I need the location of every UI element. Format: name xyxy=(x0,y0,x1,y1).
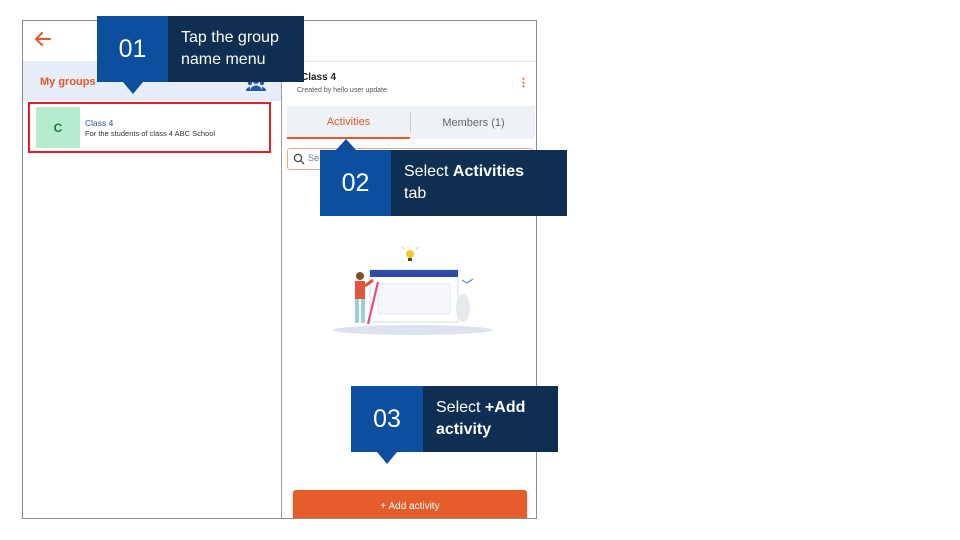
tab-bar: Activities Members (1) xyxy=(287,106,535,139)
group-created-by: Created by hello user update xyxy=(297,87,387,94)
group-avatar: C xyxy=(36,107,80,148)
arrow-left-icon[interactable] xyxy=(31,27,55,51)
callout-bold: +Add xyxy=(484,399,526,416)
tab-divider xyxy=(410,112,411,133)
search-placeholder: Se xyxy=(308,153,320,163)
my-groups-title: My groups xyxy=(40,76,96,88)
callout-line: Select +Add xyxy=(436,397,558,419)
tab-members[interactable]: Members (1) xyxy=(412,106,535,139)
group-description: For the students of class 4 ABC School xyxy=(85,129,216,138)
kebab-menu-icon[interactable]: ⋮ xyxy=(518,78,529,89)
group-item-class-4[interactable]: C Class 4 For the students of class 4 AB… xyxy=(28,102,271,153)
callout-pointer xyxy=(336,139,356,150)
callout-number: 01 xyxy=(97,16,168,82)
callout-step-2: 02 Select Activities tab xyxy=(320,139,567,216)
groups-pane: My groups C Class 4 For the students of … xyxy=(23,61,282,518)
callout-line: Select Activities xyxy=(404,161,567,183)
callout-bold: Activities xyxy=(452,163,525,180)
callout-line: name menu xyxy=(181,51,266,68)
callout-text: Tap the group name menu xyxy=(168,16,304,82)
group-title: Class 4 xyxy=(301,72,337,83)
callout-text: Select +Add activity xyxy=(423,386,558,452)
callout-line: Tap the group xyxy=(181,29,279,46)
callout-number: 02 xyxy=(320,150,391,216)
callout-number: 03 xyxy=(351,386,423,452)
callout-pointer xyxy=(377,452,397,464)
callout-prefix: Select xyxy=(404,163,453,180)
callout-bold: activity xyxy=(436,421,492,438)
callout-prefix: Select xyxy=(436,399,485,416)
search-icon xyxy=(293,153,305,165)
tab-activities[interactable]: Activities xyxy=(287,106,410,139)
empty-activities-illustration xyxy=(333,246,492,335)
callout-step-3: 03 Select +Add activity xyxy=(351,386,558,464)
add-activity-button[interactable]: + Add activity xyxy=(293,490,527,518)
callout-step-1: 01 Tap the group name menu xyxy=(97,16,304,94)
callout-line: tab xyxy=(404,185,427,202)
callout-text: Select Activities tab xyxy=(391,150,567,216)
callout-pointer xyxy=(123,82,143,94)
group-name: Class 4 xyxy=(85,118,114,128)
